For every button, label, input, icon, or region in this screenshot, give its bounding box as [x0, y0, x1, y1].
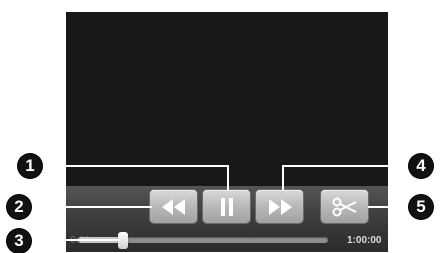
callout-badge-5: 5 — [409, 195, 433, 219]
pause-icon — [220, 197, 233, 216]
callout-4-line-drop — [282, 165, 284, 190]
callout-3-line — [36, 239, 120, 241]
fast-forward-button[interactable] — [256, 190, 303, 223]
callout-5-line — [368, 206, 412, 208]
callout-badge-4: 4 — [409, 154, 433, 178]
trim-button[interactable] — [321, 190, 368, 223]
callout-badge-2: 2 — [7, 195, 31, 219]
total-time: 1:00:00 — [347, 235, 382, 246]
callout-badge-1: 1 — [18, 154, 42, 178]
fast-forward-icon — [268, 198, 292, 215]
callout-4-line — [282, 165, 412, 167]
callout-1-line-drop — [227, 165, 229, 190]
rewind-button[interactable] — [150, 190, 197, 223]
pause-button[interactable] — [203, 190, 250, 223]
callout-1-line — [38, 165, 228, 167]
rewind-icon — [161, 198, 185, 215]
scissors-icon — [332, 197, 356, 216]
callout-badge-3: 3 — [7, 229, 31, 253]
callout-2-line — [36, 206, 152, 208]
